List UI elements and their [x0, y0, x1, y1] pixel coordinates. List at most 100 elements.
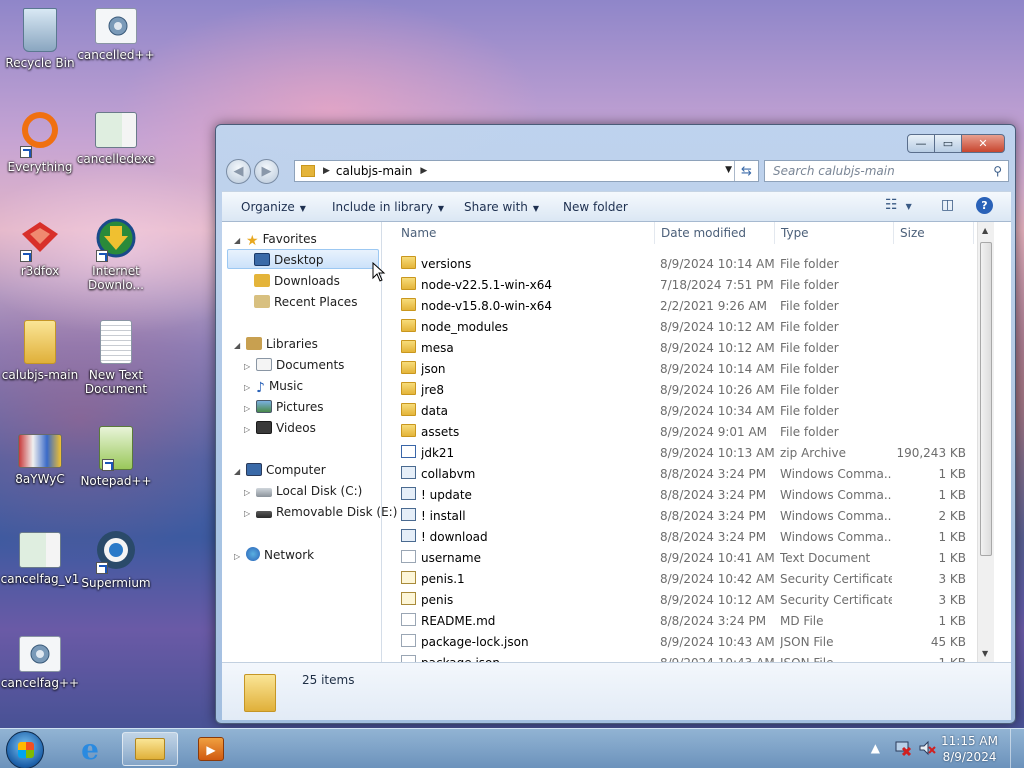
breadcrumb-chevron-icon[interactable]: ▶ — [323, 166, 330, 176]
file-row[interactable]: mesa 8/9/2024 10:12 AM File folder — [383, 337, 994, 358]
file-row[interactable]: versions 8/9/2024 10:14 AM File folder — [383, 253, 994, 274]
taskbar-internet-explorer[interactable]: e — [62, 732, 118, 766]
file-row[interactable]: jdk21 8/9/2024 10:13 AM zip Archive 190,243… — [383, 442, 994, 463]
desktop-icon-internet-download-manager[interactable]: Internet Downlo... — [76, 216, 156, 292]
vertical-scrollbar[interactable]: ▲ ▼ — [977, 222, 994, 662]
file-name: versions — [421, 257, 472, 271]
folder-icon — [401, 256, 416, 269]
file-row[interactable]: data 8/9/2024 10:34 AM File folder — [383, 400, 994, 421]
breadcrumb-segment[interactable]: calubjs-main — [336, 164, 412, 178]
maximize-button[interactable]: ▭ — [935, 134, 962, 153]
taskbar-media-player[interactable]: ▶ — [183, 732, 239, 766]
file-row[interactable]: username 8/9/2024 10:41 AM Text Document 1 … — [383, 547, 994, 568]
scroll-down-icon[interactable]: ▼ — [982, 649, 988, 658]
collapse-arrow-icon[interactable]: ◢ — [234, 236, 244, 245]
file-row[interactable]: README.md 8/8/2024 3:24 PM MD File 1 KB — [383, 610, 994, 631]
desktop-icon-new-text-document[interactable]: New Text Document — [76, 320, 156, 396]
include-in-library-button[interactable]: Include in library ▼ — [332, 200, 444, 214]
organize-button[interactable]: Organize ▼ — [241, 200, 306, 214]
nav-network[interactable]: ▷ Network — [234, 547, 314, 562]
nav-favorites[interactable]: ◢ ★ Favorites — [234, 232, 317, 249]
desktop-icon-everything[interactable]: Everything — [0, 112, 80, 174]
file-row[interactable]: collabvm 8/8/2024 3:24 PM Windows Comma...… — [383, 463, 994, 484]
file-row[interactable]: ! install 8/8/2024 3:24 PM Windows Comma..… — [383, 505, 994, 526]
expand-arrow-icon[interactable]: ▷ — [244, 404, 254, 413]
file-row[interactable]: package-lock.json 8/9/2024 10:43 AM JSON F… — [383, 631, 994, 652]
file-name: username — [421, 551, 481, 565]
collapse-arrow-icon[interactable]: ◢ — [234, 467, 244, 476]
folder-icon — [401, 424, 416, 437]
doc-icon — [401, 634, 416, 647]
desktop-icon-recycle-bin[interactable]: Recycle Bin — [0, 8, 80, 70]
nav-removable-disk[interactable]: ▷ Removable Disk (E:) — [244, 505, 397, 519]
scroll-up-icon[interactable]: ▲ — [982, 226, 988, 235]
forward-button[interactable]: ▶ — [254, 159, 279, 184]
refresh-button[interactable]: ⇆ — [734, 161, 758, 181]
desktop-icon-notepad-plus-plus[interactable]: Notepad++ — [76, 426, 156, 488]
documents-icon — [256, 358, 272, 371]
file-row[interactable]: json 8/9/2024 10:14 AM File folder — [383, 358, 994, 379]
collapse-arrow-icon[interactable]: ◢ — [234, 341, 244, 350]
column-header-size[interactable]: Size — [900, 226, 925, 240]
address-dropdown-icon[interactable]: ▼ — [725, 165, 732, 175]
share-with-button[interactable]: Share with ▼ — [464, 200, 539, 214]
column-header-type[interactable]: Type — [781, 226, 809, 240]
network-status-icon[interactable] — [894, 739, 912, 760]
start-button[interactable] — [6, 731, 44, 768]
desktop-icon-calubjs-main[interactable]: calubjs-main — [0, 320, 80, 382]
nav-local-disk[interactable]: ▷ Local Disk (C:) — [244, 484, 362, 498]
search-input[interactable]: Search calubjs-main ⚲ — [764, 160, 1009, 182]
file-row[interactable]: ! download 8/8/2024 3:24 PM Windows Comma.… — [383, 526, 994, 547]
nav-computer[interactable]: ◢ Computer — [234, 463, 326, 477]
expand-arrow-icon[interactable]: ▷ — [244, 488, 254, 497]
back-button[interactable]: ◀ — [226, 159, 251, 184]
search-icon[interactable]: ⚲ — [993, 164, 1002, 178]
expand-arrow-icon[interactable]: ▷ — [244, 362, 254, 371]
expand-arrow-icon[interactable]: ▷ — [244, 425, 254, 434]
desktop-icon-8aywyc[interactable]: 8aYWyC — [0, 434, 80, 486]
scrollbar-thumb[interactable] — [980, 242, 992, 556]
close-button[interactable]: ✕ — [962, 134, 1005, 153]
desktop-icon-supermium[interactable]: Supermium — [76, 528, 156, 590]
file-row[interactable]: jre8 8/9/2024 10:26 AM File folder — [383, 379, 994, 400]
expand-arrow-icon[interactable]: ▷ — [244, 383, 254, 392]
nav-documents[interactable]: ▷ Documents — [244, 358, 344, 372]
file-row[interactable]: assets 8/9/2024 9:01 AM File folder — [383, 421, 994, 442]
desktop-icon-cancelledexe[interactable]: cancelledexe — [76, 112, 156, 166]
file-name: jre8 — [421, 383, 445, 397]
nav-pictures[interactable]: ▷ Pictures — [244, 400, 324, 414]
file-row[interactable]: node_modules 8/9/2024 10:12 AM File folder — [383, 316, 994, 337]
desktop-icon-cancelfag-plus[interactable]: cancelfag++ — [0, 636, 80, 690]
address-bar[interactable]: ▶ calubjs-main ▶ ▼ ⇆ — [294, 160, 759, 182]
desktop-icon-r3dfox[interactable]: r3dfox — [0, 216, 80, 278]
file-row[interactable]: node-v22.5.1-win-x64 7/18/2024 7:51 PM Fil… — [383, 274, 994, 295]
nav-downloads[interactable]: Downloads — [254, 274, 340, 288]
column-header-name[interactable]: Name — [401, 226, 436, 240]
expand-arrow-icon[interactable]: ▷ — [234, 552, 244, 561]
taskbar-file-explorer[interactable] — [122, 732, 178, 766]
minimize-button[interactable]: — — [907, 134, 935, 153]
volume-muted-icon[interactable] — [918, 739, 936, 760]
file-row[interactable]: ! update 8/8/2024 3:24 PM Windows Comma...… — [383, 484, 994, 505]
file-date-modified: 8/9/2024 9:01 AM — [660, 425, 768, 439]
column-header-date-modified[interactable]: Date modified — [661, 226, 746, 240]
nav-music[interactable]: ▷ ♪ Music — [244, 379, 303, 396]
new-folder-button[interactable]: New folder — [563, 200, 628, 214]
show-desktop-button[interactable] — [1010, 729, 1024, 768]
file-row[interactable]: penis.1 8/9/2024 10:42 AM Security Certifi… — [383, 568, 994, 589]
help-button[interactable]: ? — [976, 197, 993, 214]
nav-recent-places[interactable]: Recent Places — [254, 295, 357, 309]
view-options-button[interactable]: ☷ ▼ — [885, 197, 912, 213]
preview-pane-button[interactable]: ◫ — [941, 197, 954, 213]
nav-videos[interactable]: ▷ Videos — [244, 421, 316, 435]
file-row[interactable]: penis 8/9/2024 10:12 AM Security Certifica… — [383, 589, 994, 610]
expand-arrow-icon[interactable]: ▷ — [244, 509, 254, 518]
desktop-icon-cancelled-plus[interactable]: cancelled++ — [76, 8, 156, 62]
desktop-icon-cancelfag-v1[interactable]: cancelfag_v1 — [0, 532, 80, 586]
clock[interactable]: 11:15 AM 8/9/2024 — [941, 733, 998, 765]
breadcrumb-chevron-icon[interactable]: ▶ — [420, 166, 427, 176]
nav-libraries[interactable]: ◢ Libraries — [234, 337, 318, 351]
file-row[interactable]: node-v15.8.0-win-x64 2/2/2021 9:26 AM File… — [383, 295, 994, 316]
show-hidden-icons-icon[interactable]: ▲ — [871, 741, 880, 755]
nav-desktop[interactable]: Desktop — [254, 253, 324, 267]
